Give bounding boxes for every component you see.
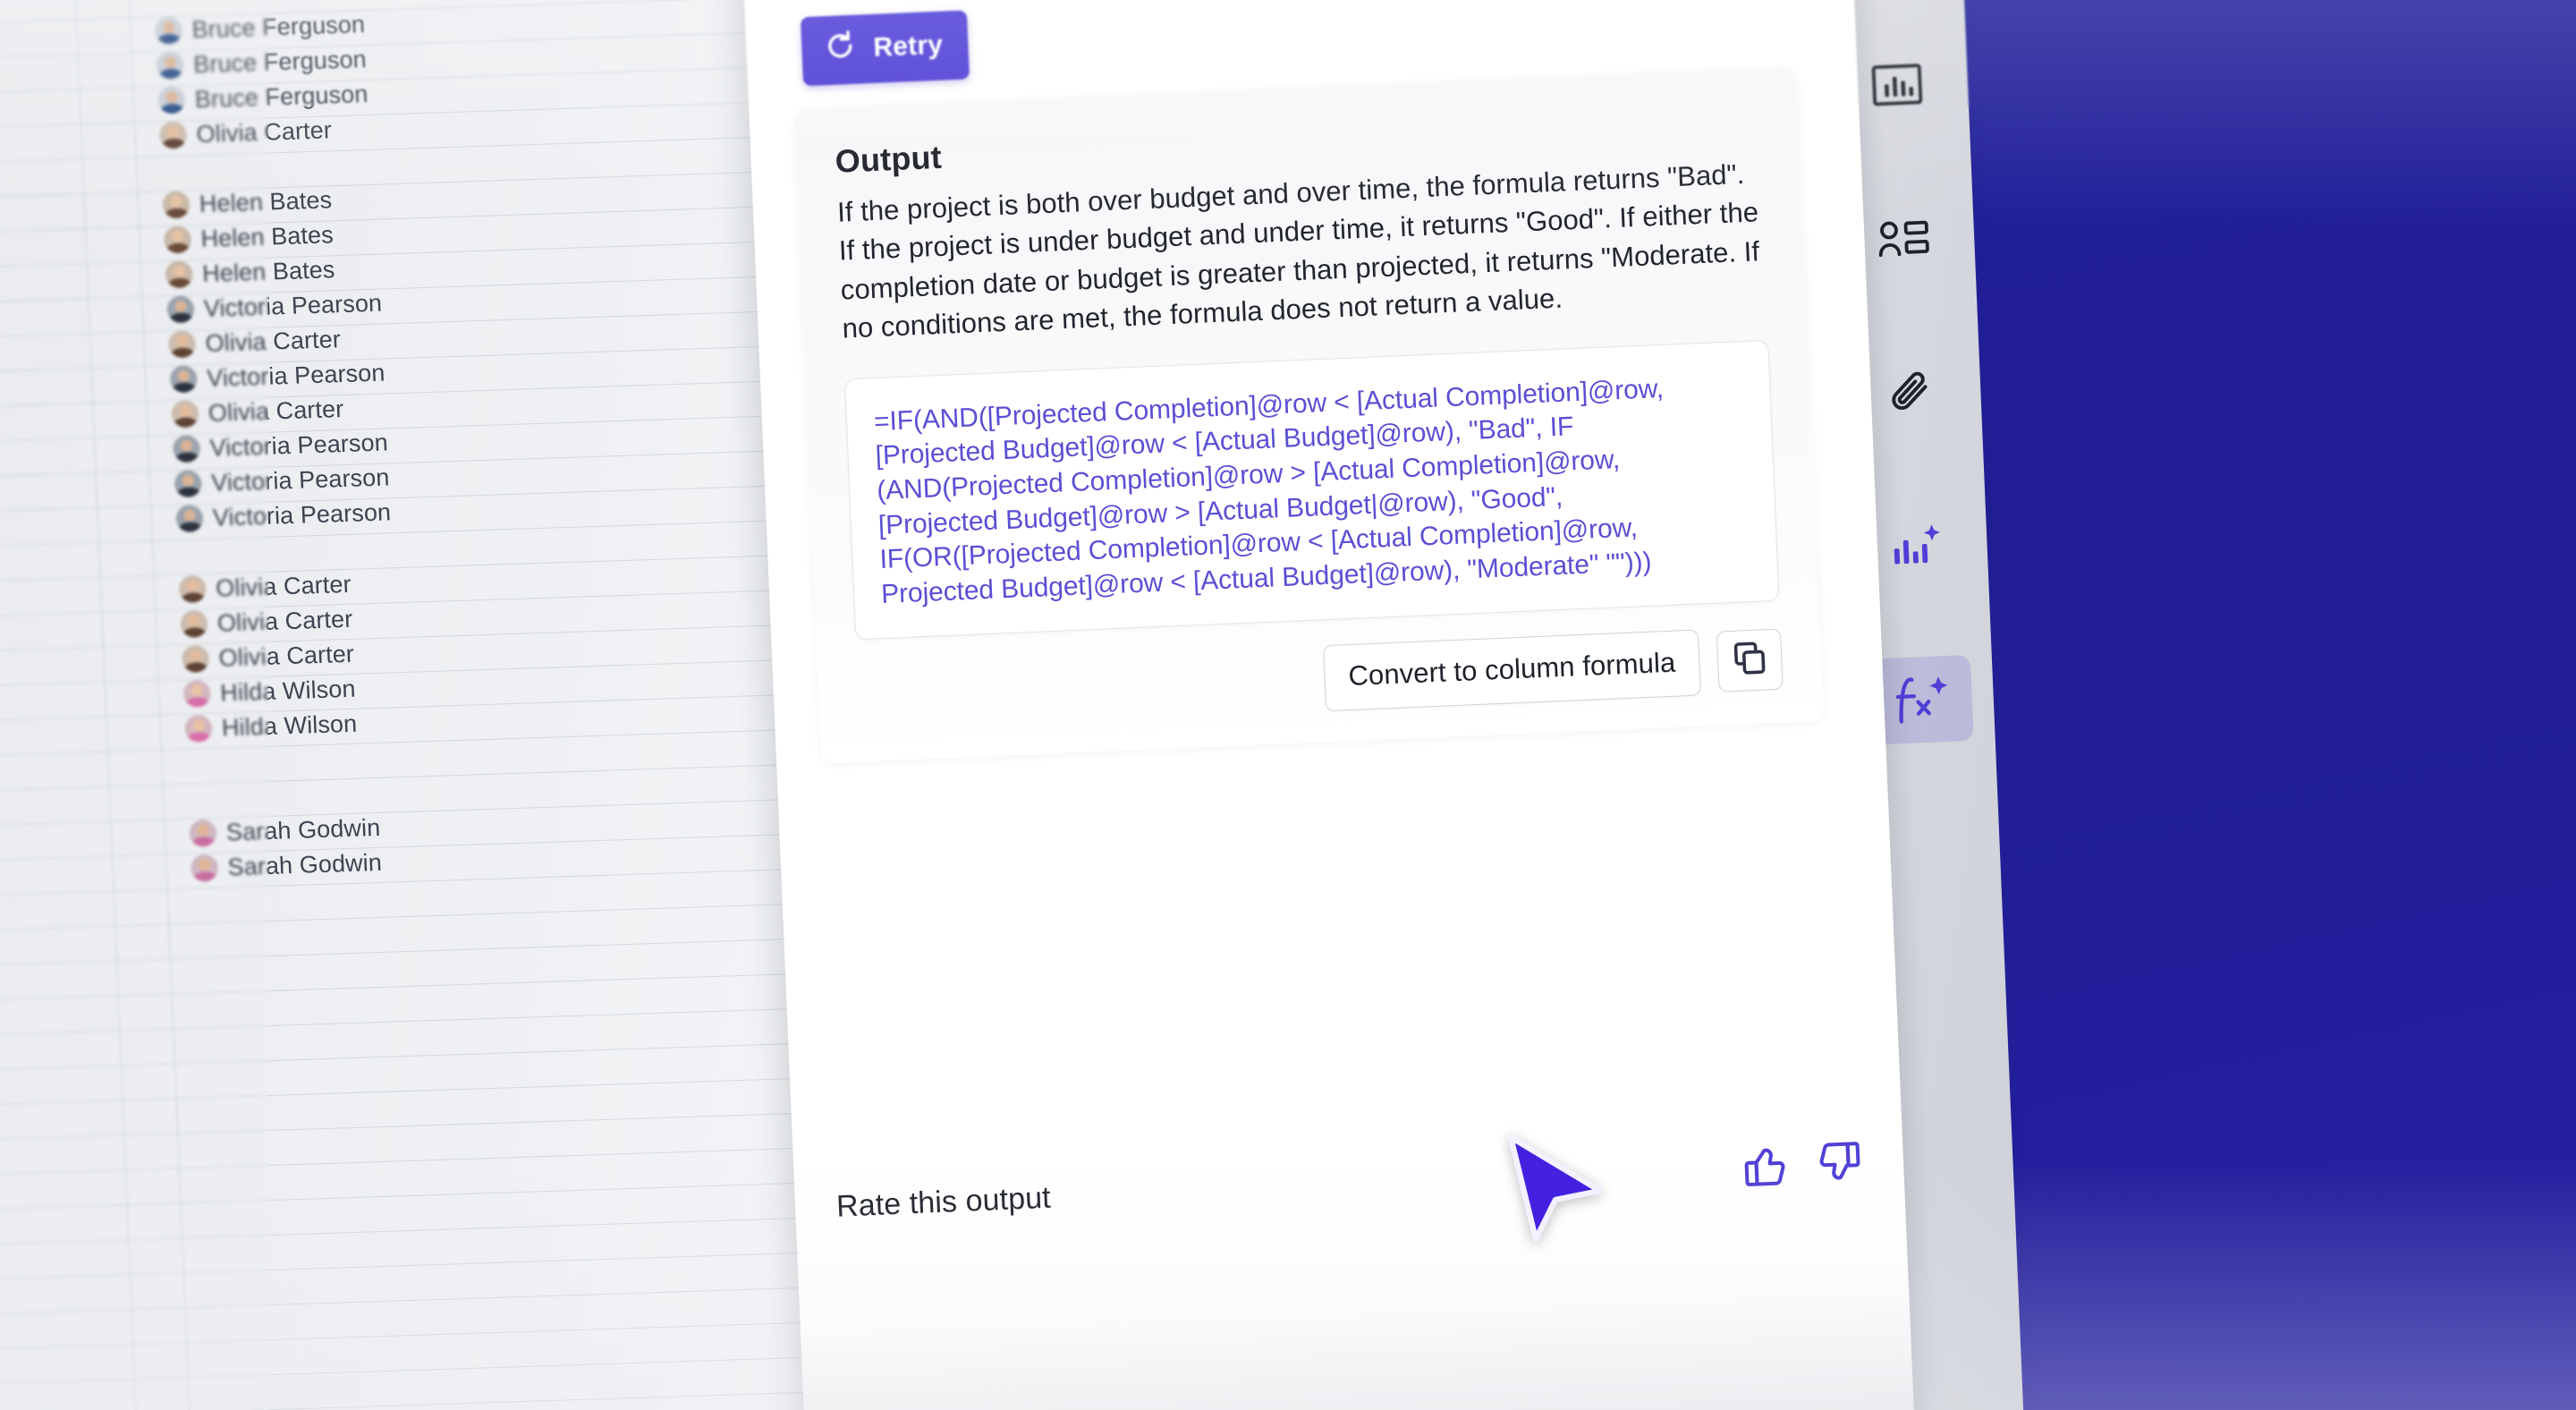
assignee-name: Helen Bates: [201, 255, 335, 287]
table-row[interactable]: Hilda Wilson: [184, 707, 358, 746]
assignee-name: Victoria Pearson: [210, 463, 390, 497]
copy-formula-button[interactable]: [1716, 628, 1784, 692]
avatar: [167, 330, 197, 359]
table-row[interactable]: Olivia Carter: [171, 392, 344, 431]
output-card: Output If the project is both over budge…: [793, 66, 1825, 763]
avatar: [171, 400, 199, 429]
output-description: If the project is both over budget and o…: [836, 157, 1760, 344]
avatar: [191, 854, 219, 882]
thumbs-up-button[interactable]: [1741, 1142, 1790, 1194]
avatar: [189, 819, 217, 847]
assignee-name: Victoria Pearson: [203, 289, 383, 322]
table-row[interactable]: Helen Bates: [165, 252, 335, 292]
avatar: [172, 435, 201, 463]
rate-output-label: Rate this output: [835, 1180, 1052, 1224]
output-actions: Convert to column formula: [857, 625, 1784, 731]
avatar: [174, 470, 202, 498]
sidebar-item-card-view[interactable]: [1846, 40, 1948, 131]
assignee-name: Olivia Carter: [195, 115, 333, 148]
assignee-name: Olivia Carter: [215, 570, 352, 602]
avatar: [158, 121, 188, 149]
avatar: [166, 295, 195, 324]
avatar: [184, 714, 213, 743]
avatar: [178, 575, 207, 603]
fx-sparkle-icon: [1894, 675, 1952, 726]
assignee-name: Hilda Wilson: [221, 709, 358, 742]
avatar: [169, 365, 198, 394]
sidebar-item-ai-insights[interactable]: [1866, 501, 1968, 591]
table-row[interactable]: Bruce Ferguson: [157, 77, 369, 118]
copy-icon: [1732, 641, 1767, 681]
sidebar-item-ai-formula[interactable]: [1871, 654, 1974, 745]
table-row[interactable]: Sarah Godwin: [189, 811, 381, 851]
table-row[interactable]: Olivia Carter: [180, 602, 353, 641]
table-row[interactable]: Sarah Godwin: [191, 845, 383, 886]
table-row[interactable]: Victoria Pearson: [174, 460, 390, 501]
table-row[interactable]: Helen Bates: [162, 183, 333, 222]
table-row[interactable]: Helen Bates: [163, 217, 335, 257]
avatar: [175, 505, 204, 533]
assignee-name: Victoria Pearson: [206, 358, 386, 392]
sidebar-item-row-details[interactable]: [1852, 193, 1954, 284]
avatar: [182, 679, 211, 708]
assignee-name: Bruce Ferguson: [192, 45, 368, 78]
table-row[interactable]: Bruce Ferguson: [154, 7, 366, 48]
paperclip-icon: [1884, 369, 1936, 415]
table-row[interactable]: Victoria Pearson: [175, 495, 392, 536]
table-row[interactable]: Victoria Pearson: [166, 286, 383, 327]
convert-to-column-formula-button[interactable]: Convert to column formula: [1323, 629, 1701, 711]
avatar: [156, 51, 184, 80]
assignee-name: Bruce Ferguson: [194, 80, 369, 113]
people-rows-icon: [1877, 218, 1930, 258]
avatar: [165, 260, 193, 289]
formula-code-block[interactable]: =IF(AND([Projected Completion]@row < [Ac…: [844, 339, 1780, 640]
assignee-name: Sarah Godwin: [225, 813, 381, 845]
retry-button-label: Retry: [872, 30, 944, 63]
chart-sparkle-icon: [1890, 522, 1944, 569]
avatar: [162, 191, 191, 219]
assignee-name: Olivia Carter: [204, 325, 342, 357]
avatar: [163, 225, 192, 254]
assignee-name: Olivia Carter: [217, 640, 355, 672]
assignee-name: Olivia Carter: [208, 395, 344, 427]
table-row[interactable]: Olivia Carter: [178, 567, 352, 607]
table-row[interactable]: Victoria Pearson: [172, 425, 389, 466]
rate-output-row: Rate this output: [835, 1138, 1863, 1232]
chart-card-icon: [1871, 64, 1923, 106]
assignee-name: Olivia Carter: [216, 605, 353, 637]
table-row[interactable]: Olivia Carter: [158, 113, 333, 152]
table-row[interactable]: Olivia Carter: [167, 322, 342, 361]
refresh-icon: [825, 30, 857, 69]
sidebar-item-attachments[interactable]: [1859, 347, 1961, 437]
avatar: [182, 644, 210, 673]
assignee-name: Helen Bates: [199, 185, 333, 217]
avatar: [157, 86, 186, 115]
ai-formula-panel: Retry Output If the project is both over…: [741, 0, 1917, 1410]
avatar: [180, 610, 208, 638]
assignee-name: Bruce Ferguson: [191, 10, 366, 43]
assignee-name: Victoria Pearson: [212, 497, 392, 531]
assignee-name: Sarah Godwin: [226, 848, 383, 880]
table-row[interactable]: Victoria Pearson: [169, 355, 386, 396]
screen: Bruce FergusonCompleteBruce FergusonComp…: [0, 0, 2576, 1410]
table-row[interactable]: Olivia Carter: [182, 637, 355, 676]
table-row[interactable]: Bruce Ferguson: [156, 42, 367, 83]
assignee-name: Victoria Pearson: [208, 428, 389, 462]
thumbs-down-button[interactable]: [1815, 1138, 1863, 1191]
assignee-name: Hilda Wilson: [219, 675, 357, 707]
assignee-name: Helen Bates: [199, 220, 335, 252]
retry-button[interactable]: Retry: [800, 10, 970, 87]
table-row[interactable]: Hilda Wilson: [182, 672, 357, 711]
avatar: [154, 16, 183, 45]
mouse-pointer-icon: [1500, 1132, 1607, 1248]
